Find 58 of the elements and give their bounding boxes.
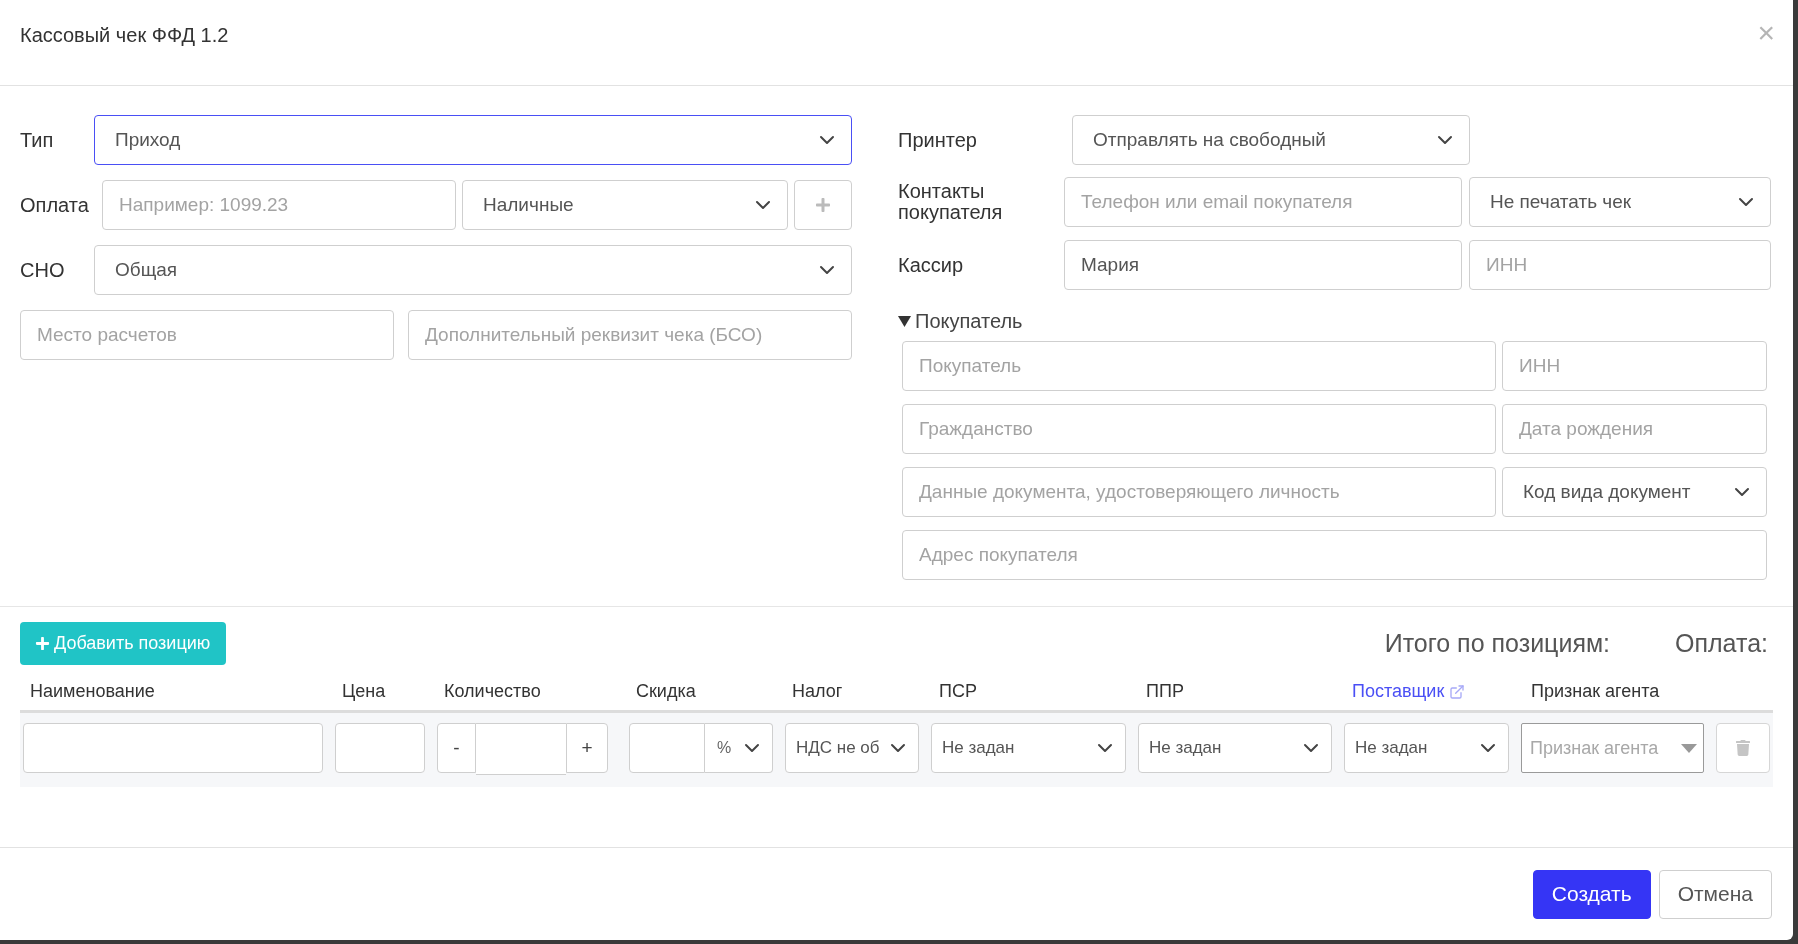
dialog-title: Кассовый чек ФФД 1.2 — [20, 24, 229, 47]
field-label: Контакты покупателя — [898, 181, 1004, 223]
items-total-label: Итого по позициям: — [1384, 629, 1611, 658]
add-payment-button[interactable] — [794, 180, 852, 230]
column-header: Наименование — [30, 681, 155, 702]
trash-icon — [1735, 740, 1751, 756]
select-field[interactable]: Код вида документ — [1502, 467, 1767, 517]
text-input[interactable]: Адрес покупателя — [902, 530, 1767, 580]
field-label: Кассир — [898, 254, 965, 276]
text-input[interactable]: Дополнительный реквизит чека (БСО) — [408, 310, 852, 360]
column-header: Скидка — [636, 681, 696, 702]
contact-input[interactable]: Телефон или email покупателя — [1064, 177, 1462, 227]
column-header: Признак агента — [1531, 681, 1660, 702]
column-header: ПСР — [939, 681, 977, 702]
delete-button[interactable] — [1716, 723, 1770, 773]
field-label: Принтер — [898, 129, 978, 151]
quantity-input[interactable] — [476, 723, 566, 775]
text-input[interactable]: Место расчетов — [20, 310, 394, 360]
select-field[interactable]: Наличные — [462, 180, 788, 230]
select-field[interactable]: Не печатать чек — [1469, 177, 1771, 227]
cashier-input[interactable]: Мария — [1064, 240, 1462, 290]
table-input[interactable] — [335, 723, 425, 773]
column-header: Цена — [342, 681, 386, 702]
increment-button[interactable]: + — [566, 723, 608, 773]
select-field[interactable]: Приход — [94, 115, 852, 165]
discount-input[interactable] — [629, 723, 705, 773]
text-input[interactable]: Покупатель — [902, 341, 1496, 391]
caret-down-icon — [1681, 743, 1697, 753]
select-field[interactable]: Не задан — [1344, 723, 1509, 773]
field-label: СНО — [20, 259, 66, 281]
inn-input[interactable]: ИНН — [1469, 240, 1771, 290]
decrement-button[interactable]: - — [437, 723, 476, 773]
external-link-icon — [1449, 683, 1466, 700]
column-header-link[interactable]: Поставщик — [1352, 681, 1445, 702]
plus-icon — [35, 636, 50, 651]
unit-select[interactable]: % — [705, 723, 773, 773]
amount-input[interactable]: Например: 1099.23 — [102, 180, 456, 230]
field-label: Тип — [20, 129, 55, 151]
payment-total-label: Оплата: — [1675, 629, 1768, 658]
buyer-section-toggle[interactable]: Покупатель — [898, 310, 1023, 333]
column-header: Количество — [444, 681, 541, 702]
select-field[interactable]: Отправлять на свободный — [1072, 115, 1470, 165]
select-field[interactable]: Общая — [94, 245, 852, 295]
plus-icon — [815, 197, 831, 213]
text-input[interactable]: Дата рождения — [1502, 404, 1767, 454]
column-header: ППР — [1146, 681, 1184, 702]
select-field[interactable]: НДС не об — [785, 723, 919, 773]
text-input[interactable]: Гражданство — [902, 404, 1496, 454]
select-field[interactable]: Не задан — [1138, 723, 1332, 773]
triangle-down-icon — [898, 315, 911, 328]
table-input[interactable] — [23, 723, 323, 773]
cancel-button[interactable]: Отмена — [1658, 869, 1772, 919]
select-field[interactable]: Не задан — [931, 723, 1126, 773]
field-label: Оплата — [20, 194, 90, 216]
column-header: Налог — [792, 681, 843, 702]
text-input[interactable]: Данные документа, удостоверяющего личность — [902, 467, 1496, 517]
create-button[interactable]: Создать — [1532, 869, 1651, 919]
text-input[interactable]: ИНН — [1502, 341, 1767, 391]
